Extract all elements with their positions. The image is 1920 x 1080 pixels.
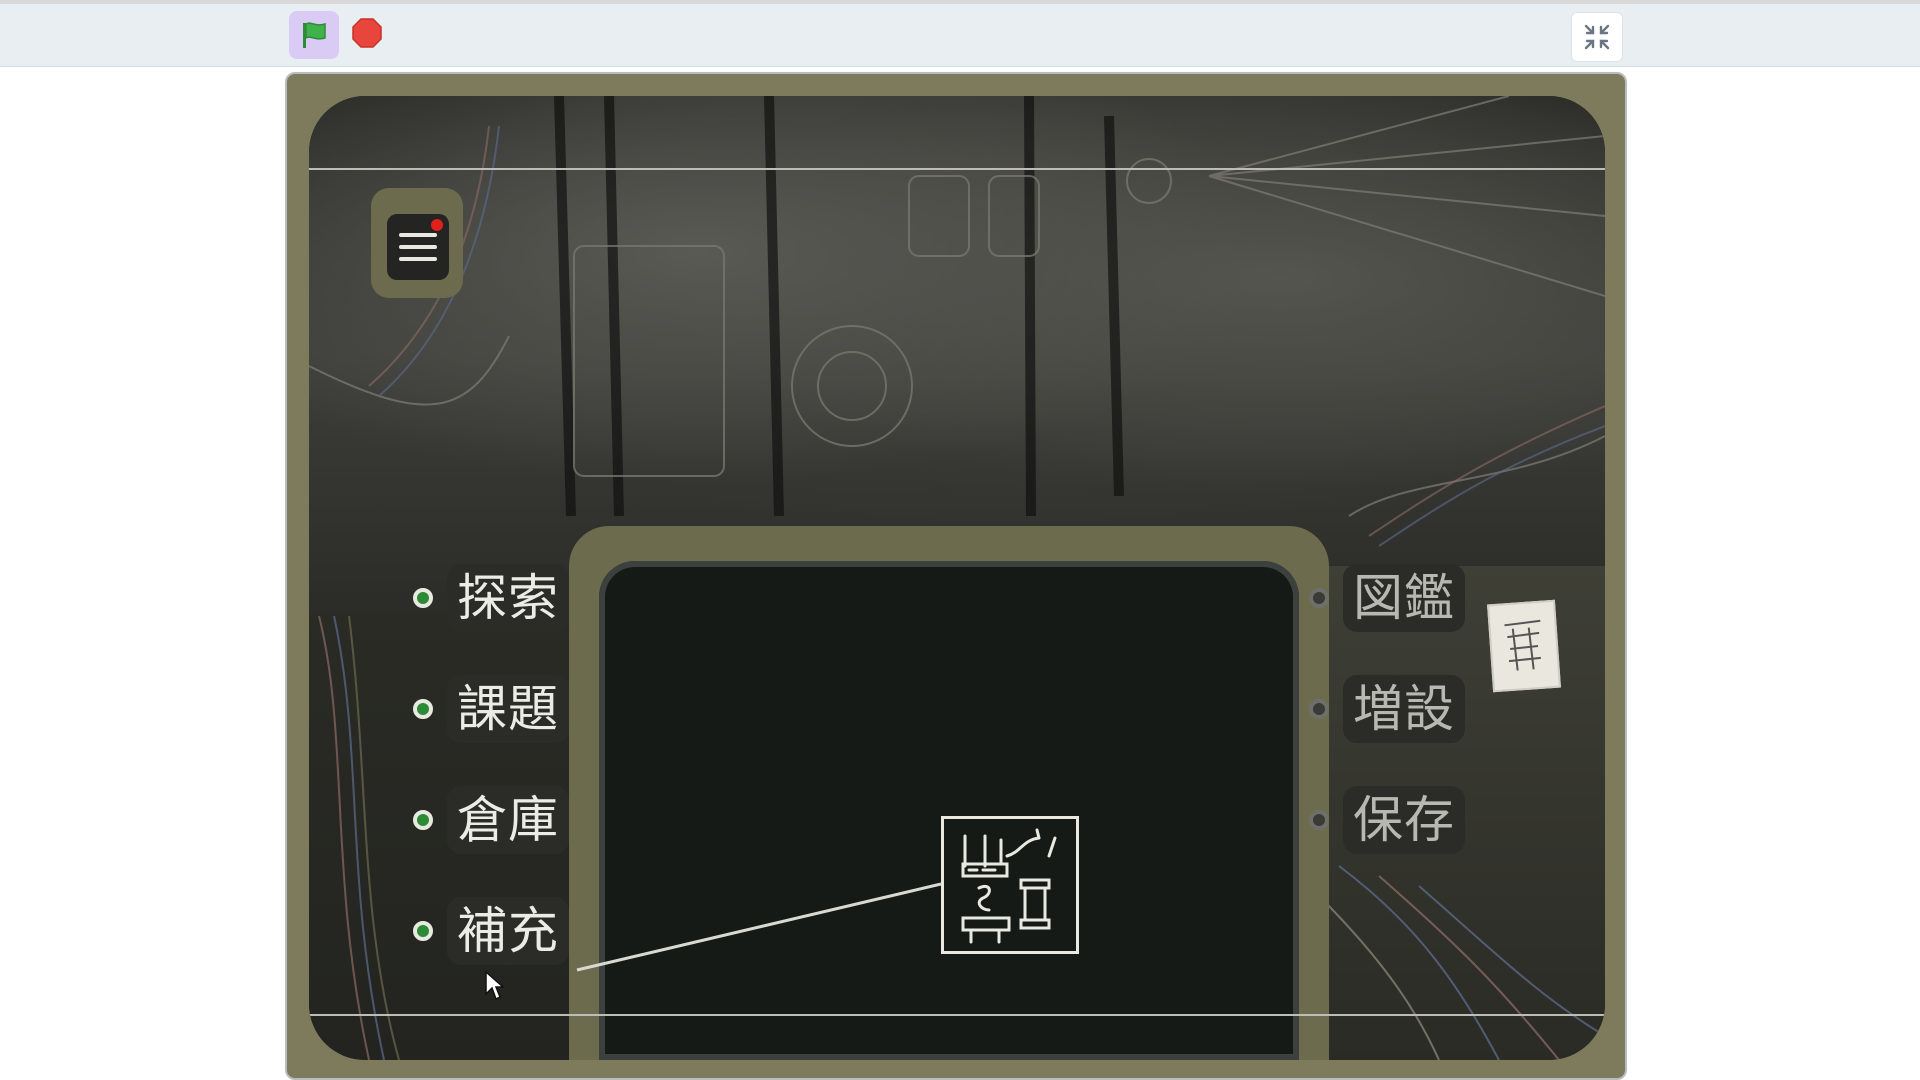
hamburger-menu-icon [399, 233, 437, 261]
exit-fullscreen-icon [1584, 24, 1610, 50]
label-box-expand: 増設 [1343, 675, 1465, 743]
menu-expand-label: 増設 [1353, 680, 1455, 738]
player-toolbar [0, 4, 1920, 67]
stage-guide-line-bottom [309, 1014, 1605, 1016]
game-scene: 探索 課題 倉庫 補充 図鑑 増設 保存 [309, 96, 1605, 1060]
menu-explore[interactable]: 探索 [413, 564, 569, 632]
radio-storage [413, 810, 433, 830]
label-box-explore: 探索 [447, 564, 569, 632]
menu-supply-label: 補充 [457, 902, 559, 960]
menu-encyclopedia[interactable]: 図鑑 [1309, 564, 1465, 632]
stage-guide-line-top [309, 168, 1605, 170]
supply-schematic-icon [941, 816, 1079, 954]
stop-button[interactable] [350, 16, 384, 50]
exit-fullscreen-button[interactable] [1571, 12, 1623, 62]
display-screen [599, 561, 1299, 1060]
menu-explore-label: 探索 [457, 569, 559, 627]
radio-tasks [413, 699, 433, 719]
menu-storage[interactable]: 倉庫 [413, 786, 569, 854]
mouse-pointer-icon [485, 970, 504, 1001]
menu-save-label: 保存 [1353, 791, 1455, 849]
game-stage[interactable]: 探索 課題 倉庫 補充 図鑑 増設 保存 [285, 72, 1627, 1080]
notification-badge [431, 219, 443, 231]
label-box-storage: 倉庫 [447, 786, 569, 854]
main-menu-button[interactable] [387, 214, 449, 280]
menu-save[interactable]: 保存 [1309, 786, 1465, 854]
label-box-tasks: 課題 [447, 675, 569, 743]
stop-sign-icon [352, 18, 382, 48]
menu-tasks-label: 課題 [457, 680, 559, 738]
menu-storage-label: 倉庫 [457, 791, 559, 849]
green-flag-icon [303, 22, 326, 48]
radio-expand [1309, 699, 1329, 719]
radio-save [1309, 810, 1329, 830]
encyclopedia-book-icon[interactable] [1487, 599, 1561, 693]
radio-supply [413, 921, 433, 941]
label-box-encyclopedia: 図鑑 [1343, 564, 1465, 632]
label-box-save: 保存 [1343, 786, 1465, 854]
green-flag-button[interactable] [289, 11, 339, 59]
menu-tasks[interactable]: 課題 [413, 675, 569, 743]
menu-supply[interactable]: 補充 [413, 897, 569, 965]
radio-encyclopedia [1309, 588, 1329, 608]
label-box-supply: 補充 [447, 897, 569, 965]
radio-explore [413, 588, 433, 608]
menu-encyclopedia-label: 図鑑 [1353, 569, 1455, 627]
menu-expand[interactable]: 増設 [1309, 675, 1465, 743]
